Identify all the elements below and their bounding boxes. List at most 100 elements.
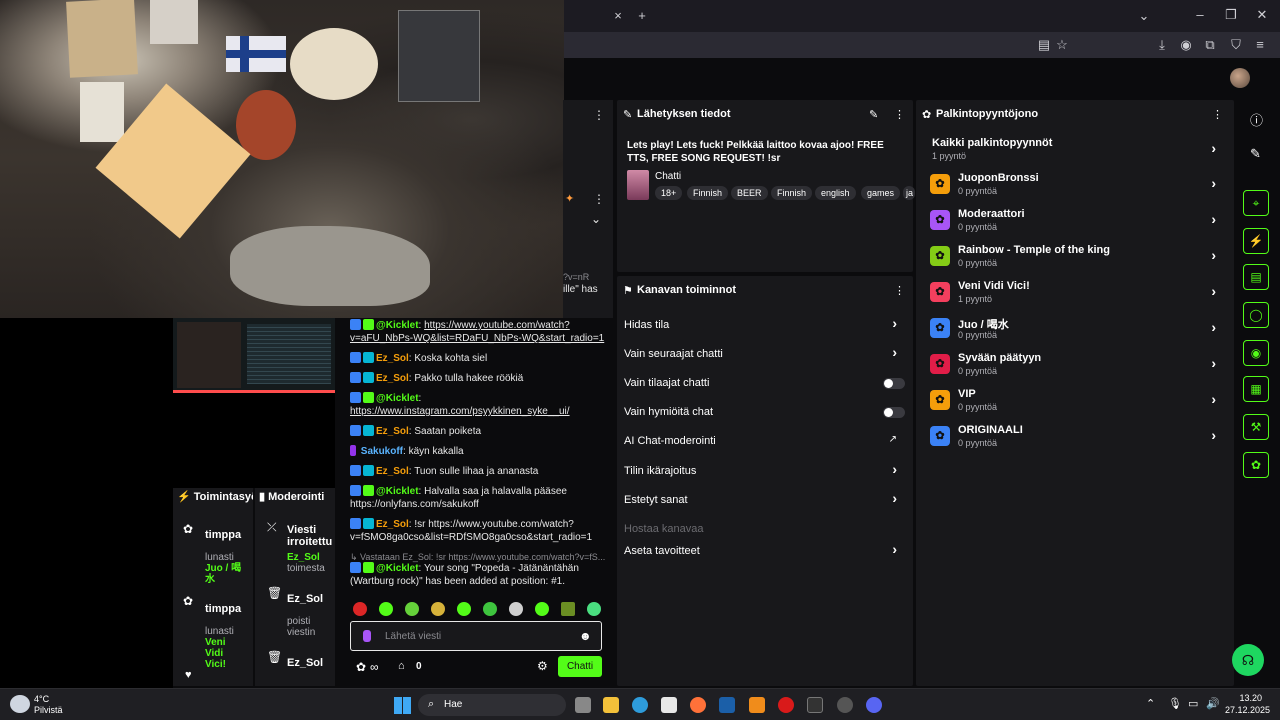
extensions-icon[interactable]: ⧉	[1202, 38, 1218, 52]
channel-action-row[interactable]: Vain seuraajat chatti ›	[623, 344, 905, 365]
chat-username[interactable]: Sakukoff	[361, 446, 403, 457]
browser-url-bar[interactable]: ▤ ☆ ⤓ ◉ ⧉ ⛉ ≡	[564, 32, 1280, 58]
stream-tag[interactable]: 18+	[655, 186, 683, 200]
tray-chevron-icon[interactable]: ⌃	[1146, 697, 1155, 710]
document-icon[interactable]: ▤	[1243, 264, 1269, 290]
window-close-icon[interactable]: ✕	[1254, 8, 1270, 22]
reward-row[interactable]: ✿ VIP 0 pyyntöä ›	[916, 388, 1234, 418]
tab-close-icon[interactable]: ×	[610, 9, 626, 23]
opera-icon[interactable]	[778, 697, 794, 713]
reward-row[interactable]: ✿ Veni Vidi Vici! 1 pyyntö ›	[916, 280, 1234, 310]
more-icon[interactable]: ⋮	[593, 108, 605, 122]
edit-icon[interactable]: ✎	[869, 108, 878, 121]
wrench-icon[interactable]: ⚒	[1243, 414, 1269, 440]
account-icon[interactable]: ◉	[1178, 38, 1194, 52]
channel-action-row[interactable]: AI Chat-moderointi ↗	[623, 434, 905, 452]
shield-icon[interactable]: ⛉	[1228, 38, 1244, 52]
emote-icon[interactable]	[561, 602, 575, 616]
more-icon[interactable]: ⋮	[593, 192, 605, 206]
stream-tag[interactable]: games	[861, 186, 901, 200]
emote-icon[interactable]	[353, 602, 367, 616]
clock-date[interactable]: 27.12.2025	[1222, 705, 1270, 715]
chevron-down-icon[interactable]: ⌄	[591, 212, 601, 226]
reward-row[interactable]: ✿ ORIGINAALI 0 pyyntöä ›	[916, 424, 1234, 454]
stream-tag[interactable]: english	[815, 186, 856, 200]
clock-time[interactable]: 13.20	[1226, 693, 1262, 703]
steam-icon[interactable]	[719, 697, 735, 713]
send-chat-button[interactable]: Chatti	[558, 656, 602, 677]
more-icon[interactable]: ⋮	[894, 284, 905, 297]
edge-icon[interactable]	[632, 697, 648, 713]
store-icon[interactable]: ⌂	[398, 660, 405, 672]
download-icon[interactable]: ⤓	[1154, 38, 1170, 52]
broadcast-icon[interactable]: ◉	[1243, 340, 1269, 366]
focus-icon[interactable]: ⌖	[1243, 190, 1269, 216]
chat-username[interactable]: Ez_Sol	[376, 426, 409, 437]
chat-username[interactable]: @Kicklet	[376, 486, 419, 497]
menu-icon[interactable]: ≡	[1252, 38, 1268, 52]
lightning-icon[interactable]: ⚡	[1243, 228, 1269, 254]
emote-icon[interactable]	[405, 602, 419, 616]
info-icon[interactable]: ⓘ	[1250, 110, 1263, 129]
channel-action-row[interactable]: Vain tilaajat chatti	[623, 376, 905, 394]
microphone-icon[interactable]: 🎙	[1168, 697, 1182, 710]
emote-icon[interactable]	[457, 602, 471, 616]
emote-icon[interactable]	[379, 602, 393, 616]
emote-icon[interactable]	[535, 602, 549, 616]
settings-icon[interactable]: ⚙	[537, 659, 548, 673]
vlc-icon[interactable]	[749, 697, 765, 713]
points-icon[interactable]: ✿	[356, 660, 366, 674]
chat-username[interactable]: Ez_Sol	[376, 466, 409, 477]
windows-start-icon[interactable]	[394, 697, 411, 714]
chat-username[interactable]: Ez_Sol	[376, 373, 409, 384]
maximize-icon[interactable]: ❐	[1223, 8, 1239, 22]
channel-action-row[interactable]: Hidas tila ›	[623, 315, 905, 336]
emote-icon[interactable]	[431, 602, 445, 616]
stream-tag[interactable]: Finnish	[687, 186, 729, 200]
chat-input[interactable]: Lähetä viesti	[385, 631, 441, 642]
taskbar-search[interactable]: ⌕ Hae	[418, 694, 566, 716]
gift-icon[interactable]: ✿	[1243, 452, 1269, 478]
chat-username[interactable]: @Kicklet	[376, 393, 419, 404]
more-icon[interactable]: ⋮	[1212, 108, 1223, 121]
channel-action-row[interactable]: Vain hymiöitä chat	[623, 405, 905, 423]
channel-action-row[interactable]: Aseta tavoitteet ›	[623, 541, 905, 562]
category-name[interactable]: Chatti	[655, 171, 681, 182]
avatar[interactable]	[1230, 68, 1250, 88]
emote-icon[interactable]	[509, 602, 523, 616]
stream-tag[interactable]: BEER	[731, 186, 768, 200]
emote-icon[interactable]	[483, 602, 497, 616]
store-icon[interactable]	[661, 697, 677, 713]
emoji-icon[interactable]: ☻	[579, 629, 592, 643]
reward-row[interactable]: ✿ Rainbow - Temple of the king 0 pyyntöä ›	[916, 244, 1234, 274]
chat-username[interactable]: Ez_Sol	[376, 519, 409, 530]
layout-icon[interactable]: ▦	[1243, 376, 1269, 402]
firefox-icon[interactable]	[690, 697, 706, 713]
more-icon[interactable]: ⋮	[894, 108, 905, 121]
chat-username[interactable]: @Kicklet	[376, 563, 419, 574]
all-rewards-row[interactable]: Kaikki palkintopyynnöt 1 pyyntö ›	[916, 134, 1234, 164]
bookmark-star-icon[interactable]: ☆	[1054, 38, 1070, 52]
toggle-switch[interactable]	[883, 407, 905, 418]
tab-list-icon[interactable]: ⌄	[1136, 9, 1152, 23]
chat-input-box[interactable]: Lähetä viesti ☻	[350, 621, 602, 651]
weather-cloud-icon[interactable]	[10, 695, 30, 713]
reward-row[interactable]: ✿ Syvään päätyyn 0 pyyntöä ›	[916, 352, 1234, 382]
obs-icon[interactable]	[837, 697, 853, 713]
terminal-icon[interactable]	[807, 697, 823, 713]
chat-username[interactable]: Ez_Sol	[376, 353, 409, 364]
chat-bubble-icon[interactable]: ◯	[1243, 302, 1269, 328]
reader-view-icon[interactable]: ▤	[1036, 38, 1052, 52]
pin-icon[interactable]: ✦	[565, 192, 574, 205]
support-headset-icon[interactable]: ☊	[1232, 644, 1264, 676]
minimize-icon[interactable]: –	[1192, 8, 1208, 22]
external-link-icon[interactable]: ↗	[889, 434, 897, 445]
category-thumbnail[interactable]	[627, 170, 649, 200]
reward-row[interactable]: ✿ Moderaattori 0 pyyntöä ›	[916, 208, 1234, 238]
reward-row[interactable]: ✿ JuoponBronssi 0 pyyntöä ›	[916, 172, 1234, 202]
chat-link[interactable]: https://www.instagram.com/psyykkinen_syk…	[350, 406, 570, 417]
channel-action-row[interactable]: Tilin ikärajoitus ›	[623, 461, 905, 482]
task-view-icon[interactable]	[575, 697, 591, 713]
file-explorer-icon[interactable]	[603, 697, 619, 713]
volume-icon[interactable]: 🔊	[1206, 697, 1220, 710]
